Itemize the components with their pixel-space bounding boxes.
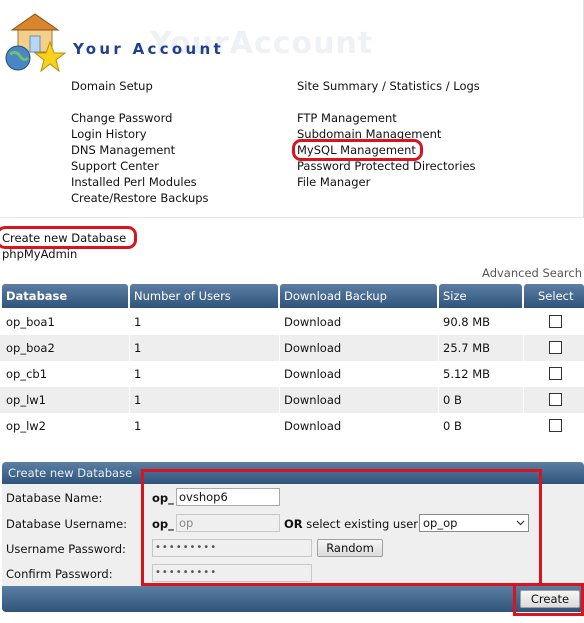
- db-name-input[interactable]: ovshop6: [176, 488, 280, 506]
- nav-perl-modules[interactable]: Installed Perl Modules: [71, 175, 197, 189]
- page-title: Your Account: [73, 40, 224, 58]
- table-row: op_lw1 1 Download 0 B: [0, 387, 584, 413]
- size-cell: 0 B: [439, 413, 524, 439]
- random-password-button[interactable]: Random: [317, 539, 383, 557]
- nav-change-password[interactable]: Change Password: [71, 111, 172, 125]
- col-header-users[interactable]: Number of Users: [130, 284, 278, 308]
- home-globe-star-icon: [5, 13, 66, 73]
- chevron-down-icon: [516, 520, 525, 526]
- table-row: op_boa2 1 Download 25.7 MB: [0, 335, 584, 361]
- size-cell: 0 B: [439, 387, 524, 413]
- select-checkbox[interactable]: [549, 315, 562, 328]
- download-link[interactable]: Download: [280, 335, 439, 361]
- nav-site-summary[interactable]: Site Summary / Statistics / Logs: [297, 79, 480, 93]
- select-checkbox[interactable]: [549, 367, 562, 380]
- select-checkbox[interactable]: [549, 341, 562, 354]
- advanced-search-link[interactable]: Advanced Search: [482, 266, 582, 280]
- download-link[interactable]: Download: [280, 387, 439, 413]
- db-name-cell: op_cb1: [2, 361, 130, 387]
- nav-login-history[interactable]: Login History: [71, 127, 147, 141]
- nav-file-manager[interactable]: File Manager: [297, 175, 370, 189]
- nav-ftp-management[interactable]: FTP Management: [297, 111, 397, 125]
- table-row: op_cb1 1 Download 5.12 MB: [0, 361, 584, 387]
- db-name-prefix: op_: [152, 491, 174, 505]
- db-name-cell: op_boa1: [2, 309, 130, 335]
- db-name-label: Database Name:: [6, 491, 103, 505]
- nav-subdomain-management[interactable]: Subdomain Management: [297, 127, 441, 141]
- users-cell: 1: [130, 335, 280, 361]
- col-header-download-backup[interactable]: Download Backup: [280, 284, 437, 308]
- db-name-cell: op_boa2: [2, 335, 130, 361]
- col-header-size[interactable]: Size: [439, 284, 522, 308]
- size-cell: 90.8 MB: [439, 309, 524, 335]
- col-header-select[interactable]: Select: [524, 284, 584, 308]
- confirm-password-input[interactable]: •••••••••: [152, 564, 312, 582]
- db-username-input[interactable]: op: [176, 514, 280, 532]
- db-name-cell: op_lw2: [2, 413, 130, 439]
- nav-support-center[interactable]: Support Center: [71, 159, 159, 173]
- table-row: op_boa1 1 Download 90.8 MB: [0, 309, 584, 335]
- or-label: OR: [284, 517, 303, 531]
- create-db-form-heading: Create new Database: [2, 462, 584, 484]
- download-link[interactable]: Download: [280, 413, 439, 439]
- confirm-password-label: Confirm Password:: [6, 567, 113, 581]
- select-checkbox[interactable]: [549, 419, 562, 432]
- select-existing-label: select existing user: [306, 517, 419, 531]
- size-cell: 25.7 MB: [439, 335, 524, 361]
- create-new-database-link[interactable]: Create new Database: [2, 231, 126, 245]
- existing-user-select[interactable]: op_op: [419, 514, 529, 532]
- db-username-prefix: op_: [152, 517, 174, 531]
- db-username-label: Database Username:: [6, 517, 128, 531]
- select-checkbox[interactable]: [549, 393, 562, 406]
- phpmyadmin-link[interactable]: phpMyAdmin: [2, 247, 77, 261]
- account-header: YourAccount Your Account Domain Setup Ch…: [0, 0, 584, 218]
- form-footer-bar: [2, 586, 584, 612]
- nav-password-protected-dirs[interactable]: Password Protected Directories: [297, 159, 476, 173]
- users-cell: 1: [130, 309, 280, 335]
- username-password-label: Username Password:: [6, 542, 126, 556]
- existing-user-value: op_op: [423, 516, 458, 530]
- size-cell: 5.12 MB: [439, 361, 524, 387]
- create-button[interactable]: Create: [520, 590, 580, 608]
- users-cell: 1: [130, 413, 280, 439]
- nav-mysql-management[interactable]: MySQL Management: [297, 143, 416, 157]
- nav-create-restore-backups[interactable]: Create/Restore Backups: [71, 191, 209, 205]
- users-cell: 1: [130, 361, 280, 387]
- download-link[interactable]: Download: [280, 361, 439, 387]
- nav-domain-setup[interactable]: Domain Setup: [71, 79, 153, 93]
- table-row: op_lw2 1 Download 0 B: [0, 413, 584, 439]
- nav-dns-management[interactable]: DNS Management: [71, 143, 175, 157]
- users-cell: 1: [130, 387, 280, 413]
- or-select-existing-text: OR select existing user: [284, 517, 418, 531]
- db-name-cell: op_lw1: [2, 387, 130, 413]
- col-header-database[interactable]: Database: [2, 284, 128, 308]
- download-link[interactable]: Download: [280, 309, 439, 335]
- password-input[interactable]: •••••••••: [152, 539, 312, 557]
